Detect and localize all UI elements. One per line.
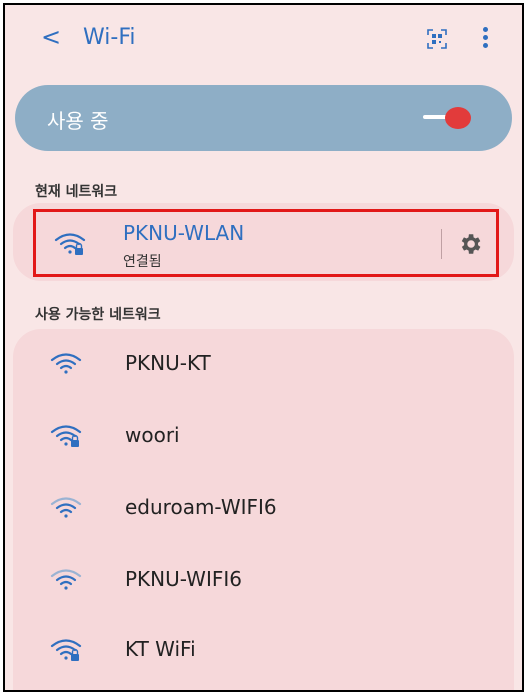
network-name: PKNU-KT bbox=[125, 351, 211, 375]
wifi-toggle-switch[interactable] bbox=[445, 107, 471, 129]
wifi-icon bbox=[49, 351, 83, 377]
page-title: Wi-Fi bbox=[83, 25, 136, 50]
network-name: PKNU-WIFI6 bbox=[125, 567, 242, 591]
wifi-icon bbox=[49, 567, 83, 593]
network-name: woori bbox=[125, 423, 180, 447]
more-options-icon[interactable] bbox=[475, 23, 495, 53]
network-name: eduroam-WIFI6 bbox=[125, 495, 277, 519]
wifi-toggle-card[interactable]: 사용 중 bbox=[15, 85, 512, 151]
network-item[interactable]: KT WiFi bbox=[5, 623, 522, 683]
top-app-bar: < Wi-Fi bbox=[5, 5, 522, 75]
network-item[interactable]: PKNU-KT bbox=[5, 337, 522, 397]
qr-scan-icon[interactable] bbox=[425, 27, 449, 51]
back-button[interactable]: < bbox=[41, 23, 61, 51]
wifi-toggle-label: 사용 중 bbox=[47, 109, 109, 133]
network-item[interactable]: eduroam-WIFI6 bbox=[5, 481, 522, 541]
network-item[interactable]: woori bbox=[5, 409, 522, 469]
wifi-icon bbox=[49, 495, 83, 521]
network-name: KT WiFi bbox=[125, 637, 196, 661]
screen-frame: < Wi-Fi 사용 중 현재 네트워크 PKNU-WLAN 연결됨 사용 가능… bbox=[3, 3, 524, 692]
wifi-lock-icon bbox=[49, 637, 83, 663]
available-networks-section-label: 사용 가능한 네트워크 bbox=[35, 307, 161, 323]
current-network-section-label: 현재 네트워크 bbox=[35, 184, 118, 200]
wifi-lock-icon bbox=[49, 423, 83, 449]
network-item[interactable]: PKNU-WIFI6 bbox=[5, 553, 522, 613]
highlight-box bbox=[33, 209, 499, 277]
